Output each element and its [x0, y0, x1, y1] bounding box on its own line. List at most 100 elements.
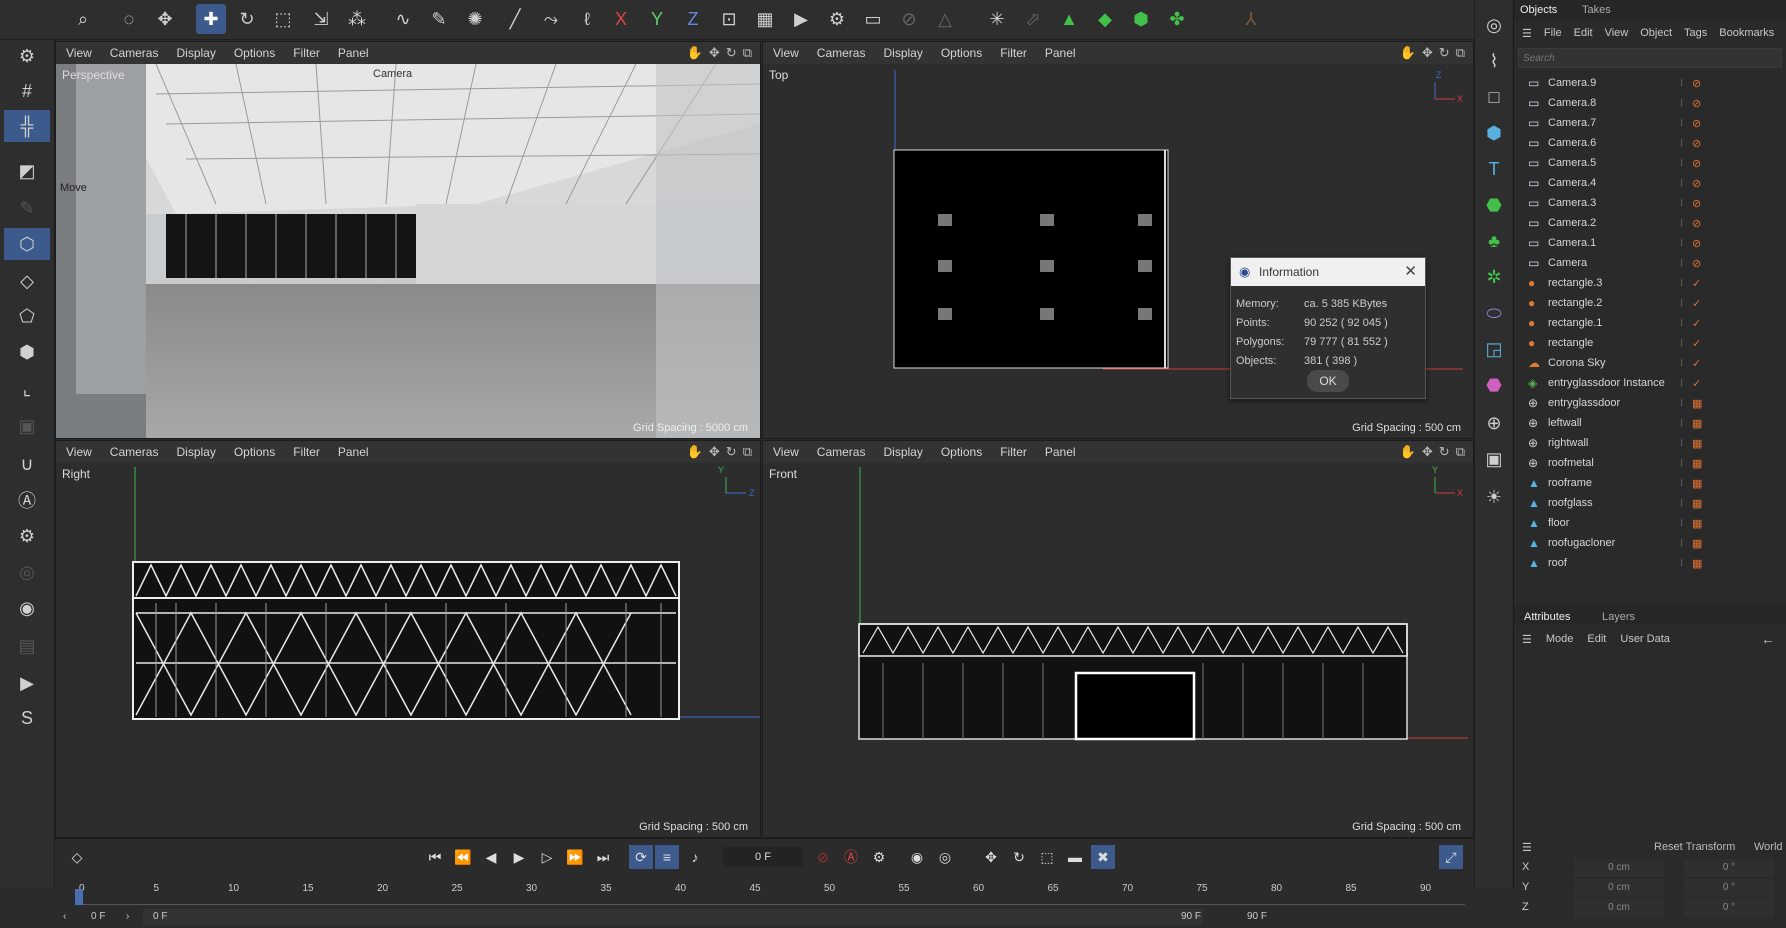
- rotate-view-icon[interactable]: ↻: [726, 45, 737, 61]
- spline-icon[interactable]: ⌇: [1479, 46, 1509, 76]
- play-icon[interactable]: ▶: [507, 845, 531, 869]
- text-icon[interactable]: T: [1479, 154, 1509, 184]
- menu-edit[interactable]: Edit: [1574, 27, 1593, 39]
- position-z-field[interactable]: 0 cm: [1574, 899, 1664, 917]
- object-row[interactable]: ▭ Camera.7 ⁝ ⊘: [1514, 113, 1786, 133]
- motion-record-icon[interactable]: ◉: [905, 845, 929, 869]
- tag-icon[interactable]: ⊘: [1692, 197, 1701, 210]
- menu-edit[interactable]: Edit: [1587, 633, 1606, 646]
- menu-cameras[interactable]: Cameras: [110, 445, 159, 459]
- play-layout-icon[interactable]: ▶: [4, 667, 50, 699]
- object-row[interactable]: ◈ entryglassdoor Instance ⁝ ✓: [1514, 373, 1786, 393]
- render-settings-icon[interactable]: ⚙: [822, 4, 852, 34]
- move-view-icon[interactable]: ✥: [709, 45, 720, 61]
- object-row[interactable]: ● rectangle ⁝ ✓: [1514, 333, 1786, 353]
- object-row[interactable]: ▭ Camera.5 ⁝ ⊘: [1514, 153, 1786, 173]
- pla-key-icon[interactable]: ✖: [1091, 845, 1115, 869]
- menu-options[interactable]: Options: [234, 445, 275, 459]
- object-row[interactable]: ● rectangle.2 ⁝ ✓: [1514, 293, 1786, 313]
- snap-settings-icon[interactable]: ◎: [4, 556, 50, 588]
- menu-bookmarks[interactable]: Bookmarks: [1719, 27, 1774, 39]
- position-y-field[interactable]: 0 cm: [1574, 879, 1664, 897]
- visibility-dots-icon[interactable]: ⁝: [1680, 118, 1683, 129]
- object-row[interactable]: ▭ Camera.4 ⁝ ⊘: [1514, 173, 1786, 193]
- coordinate-system-icon[interactable]: ⊡: [714, 4, 744, 34]
- menu-filter[interactable]: Filter: [1000, 445, 1027, 459]
- search-input[interactable]: [1518, 48, 1782, 68]
- camera-icon[interactable]: ▣: [1479, 444, 1509, 474]
- object-row[interactable]: ▭ Camera ⁝ ⊘: [1514, 253, 1786, 273]
- particles-icon[interactable]: ✳: [982, 4, 1012, 34]
- menu-user-data[interactable]: User Data: [1620, 633, 1670, 646]
- position-x-field[interactable]: 0 cm: [1574, 859, 1664, 877]
- edges-mode-icon[interactable]: ⬠: [4, 300, 50, 332]
- knife-icon[interactable]: ╱: [500, 4, 530, 34]
- object-row[interactable]: ▲ roofugacloner ⁝ ▦: [1514, 533, 1786, 553]
- visibility-dots-icon[interactable]: ⁝: [1680, 178, 1683, 189]
- visibility-dots-icon[interactable]: ⁝: [1680, 338, 1683, 349]
- current-frame-field[interactable]: 0 F: [723, 847, 803, 867]
- material-icon[interactable]: ◎: [1479, 10, 1509, 40]
- tag-icon[interactable]: ⊘: [1692, 97, 1701, 110]
- tag-icon[interactable]: ✓: [1692, 377, 1701, 390]
- object-row[interactable]: ☁ Corona Sky ⁝ ✓: [1514, 353, 1786, 373]
- tab-layers[interactable]: Layers: [1602, 611, 1635, 623]
- visibility-dots-icon[interactable]: ⁝: [1680, 518, 1683, 529]
- pan-icon[interactable]: ✋: [1400, 444, 1416, 460]
- tag-icon[interactable]: ⊘: [1692, 237, 1701, 250]
- menu-file[interactable]: File: [1544, 27, 1562, 39]
- tag-icon[interactable]: ▦: [1692, 557, 1702, 570]
- maximize-icon[interactable]: ⧉: [743, 45, 752, 61]
- object-row[interactable]: ▭ Camera.3 ⁝ ⊘: [1514, 193, 1786, 213]
- brush-icon[interactable]: ✺: [460, 4, 490, 34]
- tag-icon[interactable]: ▦: [1692, 417, 1702, 430]
- timeline-icon[interactable]: ▤: [4, 630, 50, 662]
- object-row[interactable]: ▭ Camera.2 ⁝ ⊘: [1514, 213, 1786, 233]
- object-row[interactable]: ▲ roof ⁝ ▦: [1514, 553, 1786, 573]
- cube-icon[interactable]: ⬢: [1126, 4, 1156, 34]
- visibility-dots-icon[interactable]: ⁝: [1680, 318, 1683, 329]
- visibility-dots-icon[interactable]: ⁝: [1680, 418, 1683, 429]
- rotation-z-field[interactable]: 0 °: [1684, 899, 1774, 917]
- menu-options[interactable]: Options: [941, 46, 982, 60]
- maximize-icon[interactable]: ⧉: [1456, 45, 1465, 61]
- keyframe-diamond-icon[interactable]: ◇: [65, 845, 89, 869]
- key-mode-icon[interactable]: ◎: [933, 845, 957, 869]
- fps-icon[interactable]: ≡: [655, 845, 679, 869]
- start-frame-field[interactable]: 0 F: [91, 911, 105, 922]
- rectangle-spline-icon[interactable]: □: [1479, 82, 1509, 112]
- menu-panel[interactable]: Panel: [338, 46, 369, 60]
- object-row[interactable]: ⊕ rightwall ⁝ ▦: [1514, 433, 1786, 453]
- snap-icon[interactable]: ⁂: [342, 4, 372, 34]
- gear-settings-icon[interactable]: ⚙: [4, 520, 50, 552]
- maximize-icon[interactable]: ⧉: [1456, 444, 1465, 460]
- tab-attributes[interactable]: Attributes: [1524, 611, 1570, 623]
- tag-icon[interactable]: ⊘: [1692, 117, 1701, 130]
- reset-transform-button[interactable]: Reset Transform: [1654, 841, 1735, 853]
- move-view-icon[interactable]: ✥: [1422, 45, 1433, 61]
- tag-icon[interactable]: ⊘: [1692, 257, 1701, 270]
- visibility-dots-icon[interactable]: ⁝: [1680, 298, 1683, 309]
- y-axis-lock-icon[interactable]: Y: [642, 4, 672, 34]
- visibility-dots-icon[interactable]: ⁝: [1680, 138, 1683, 149]
- pan-icon[interactable]: ✋: [687, 45, 703, 61]
- tag-icon[interactable]: ⊘: [1692, 137, 1701, 150]
- deform-icon[interactable]: ⬀: [1018, 4, 1048, 34]
- viewport-perspective[interactable]: View Cameras Display Options Filter Pane…: [55, 41, 761, 439]
- deformer-icon[interactable]: ⬭: [1479, 298, 1509, 328]
- object-row[interactable]: ▲ rooframe ⁝ ▦: [1514, 473, 1786, 493]
- menu-display[interactable]: Display: [176, 445, 215, 459]
- visibility-dots-icon[interactable]: ⁝: [1680, 78, 1683, 89]
- visibility-dots-icon[interactable]: ⁝: [1680, 238, 1683, 249]
- hamburger-icon[interactable]: ☰: [1522, 841, 1532, 854]
- hamburger-icon[interactable]: ☰: [1522, 27, 1532, 40]
- green-cube-icon[interactable]: ◆: [1090, 4, 1120, 34]
- pan-icon[interactable]: ✋: [1400, 45, 1416, 61]
- time-ruler[interactable]: 051015202530354045505560657075808590: [75, 883, 1465, 905]
- z-axis-lock-icon[interactable]: Z: [678, 4, 708, 34]
- tag-icon[interactable]: ▦: [1692, 457, 1702, 470]
- next-key-icon[interactable]: ⏩: [563, 845, 587, 869]
- object-row[interactable]: ⊕ roofmetal ⁝ ▦: [1514, 453, 1786, 473]
- object-mode-icon[interactable]: ⬡: [4, 228, 50, 260]
- tab-takes[interactable]: Takes: [1582, 4, 1611, 16]
